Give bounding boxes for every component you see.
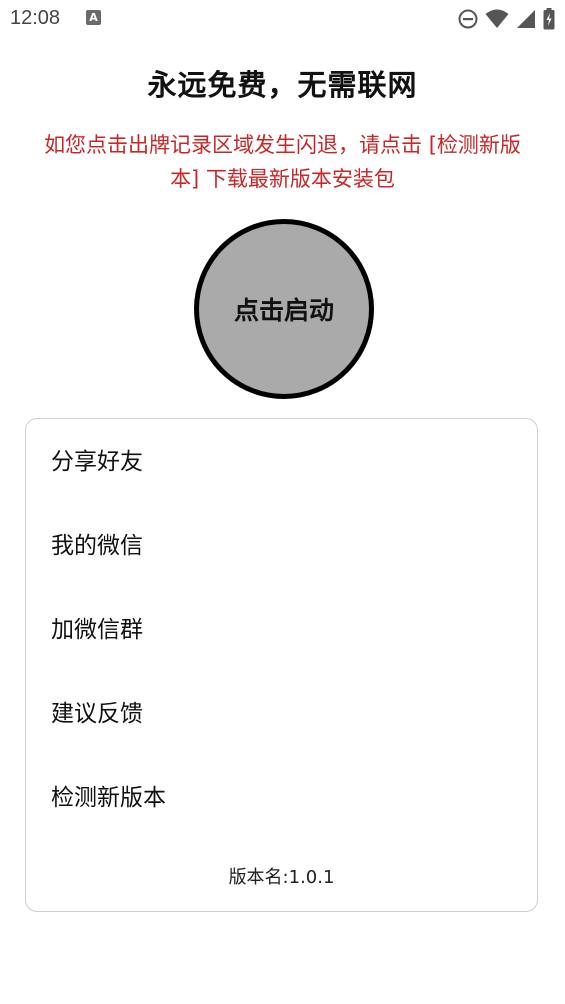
page-title: 永远免费，无需联网 xyxy=(147,68,418,102)
battery-icon xyxy=(543,8,555,30)
signal-icon xyxy=(516,9,536,29)
wifi-icon xyxy=(485,9,509,29)
menu-item-feedback[interactable]: 建议反馈 xyxy=(51,692,511,736)
start-button-label: 点击启动 xyxy=(233,296,334,325)
menu-item-my-wechat[interactable]: 我的微信 xyxy=(51,524,511,568)
version-label: 版本名:1.0.1 xyxy=(228,867,335,888)
status-time: 12:08 xyxy=(10,7,61,29)
notification-app-icon: A xyxy=(86,10,101,25)
menu-item-check-update[interactable]: 检测新版本 xyxy=(51,776,511,820)
menu-item-join-wechat-group[interactable]: 加微信群 xyxy=(51,608,511,652)
menu-card: 分享好友 我的微信 加微信群 建议反馈 检测新版本 版本名:1.0.1 xyxy=(25,418,538,912)
crash-warning-text: 如您点击出牌记录区域发生闪退，请点击 [检测新版本] 下载最新版本安装包 xyxy=(44,133,521,191)
start-button[interactable]: 点击启动 xyxy=(194,219,374,399)
status-bar: 12:08 A xyxy=(0,0,565,38)
do-not-disturb-icon xyxy=(458,9,478,29)
menu-item-share-friends[interactable]: 分享好友 xyxy=(51,440,511,484)
status-icons xyxy=(458,7,555,31)
